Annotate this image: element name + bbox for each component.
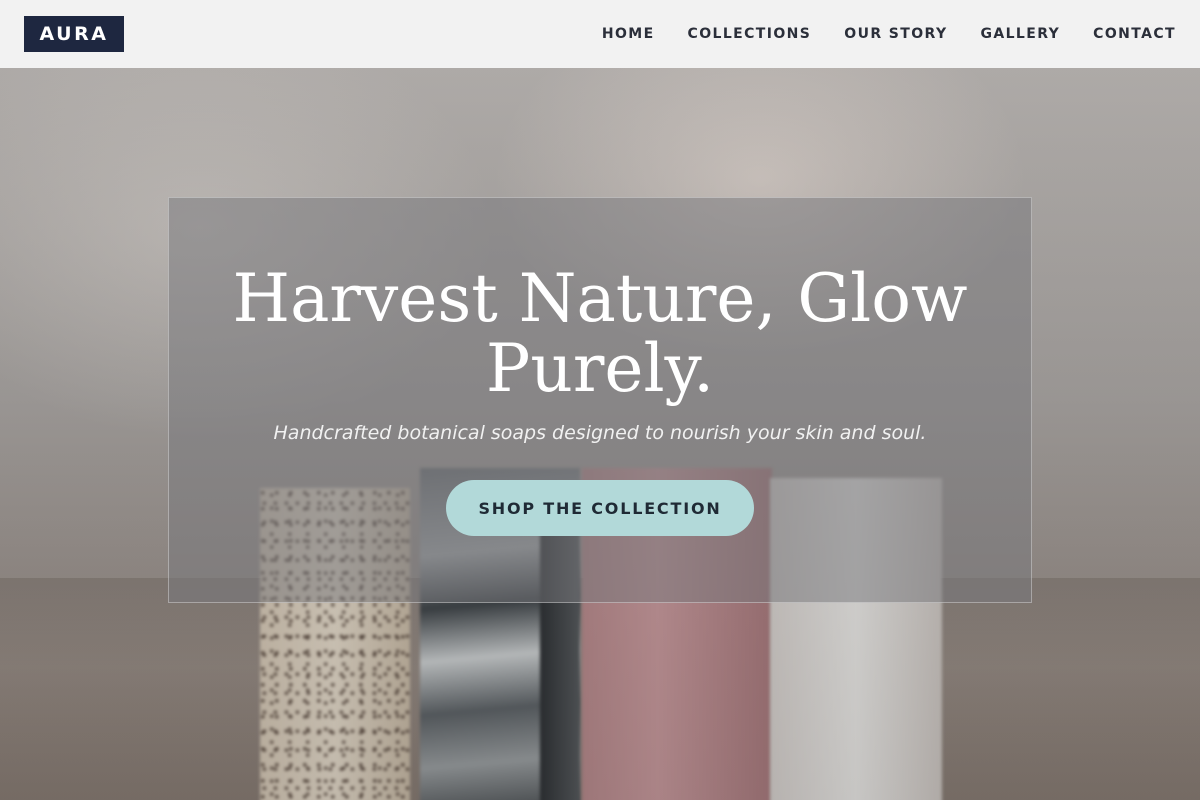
shop-collection-button[interactable]: SHOP THE COLLECTION xyxy=(446,480,754,536)
main-nav: HOME COLLECTIONS OUR STORY GALLERY CONTA… xyxy=(602,0,1176,68)
nav-contact-link[interactable]: CONTACT xyxy=(1093,26,1176,42)
hero-title: Harvest Nature, Glow Purely. xyxy=(232,260,968,407)
nav-collections-link[interactable]: COLLECTIONS xyxy=(688,26,812,42)
brand-logo[interactable]: AURA xyxy=(24,16,124,52)
site-header: AURA HOME COLLECTIONS OUR STORY GALLERY … xyxy=(0,0,1200,68)
hero-card: Harvest Nature, Glow Purely. Handcrafted… xyxy=(168,197,1032,603)
nav-our-story-link[interactable]: OUR STORY xyxy=(844,26,947,42)
nav-home-link[interactable]: HOME xyxy=(602,26,655,42)
hero-subtitle: Handcrafted botanical soaps designed to … xyxy=(273,422,927,444)
nav-gallery-link[interactable]: GALLERY xyxy=(980,26,1060,42)
